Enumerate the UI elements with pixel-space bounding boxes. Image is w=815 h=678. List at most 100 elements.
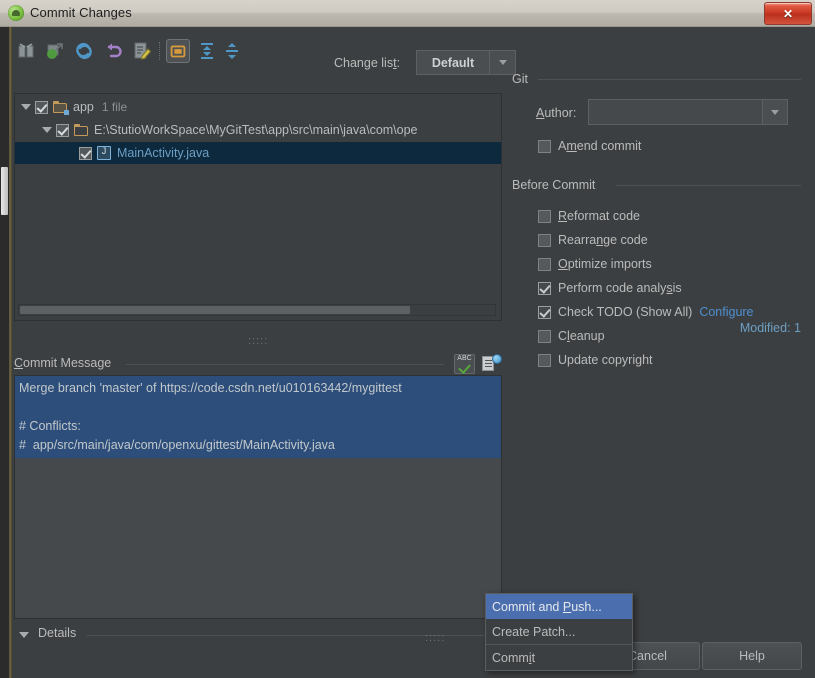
details-label: Details	[38, 626, 77, 640]
configure-todo-link[interactable]: Configure	[699, 305, 753, 319]
commit-message-text: Merge branch 'master' of https://code.cs…	[15, 376, 501, 458]
window-title: Commit Changes	[30, 5, 132, 20]
amend-commit-label: Amend commit	[558, 139, 642, 153]
details-splitter-handle[interactable]: :::::	[425, 632, 445, 644]
cleanup-checkbox-row[interactable]: Cleanup	[538, 327, 605, 345]
optimize-imports-checkbox-row[interactable]: Optimize imports	[538, 255, 652, 273]
tree-row-subtext: 1 file	[101, 100, 128, 114]
refresh-icon[interactable]	[72, 39, 96, 63]
collapse-all-icon[interactable]	[220, 39, 244, 63]
cleanup-label: Cleanup	[558, 329, 605, 343]
tree-horizontal-scrollbar-thumb[interactable]	[20, 306, 410, 314]
cancel-button-label: Cancel	[628, 649, 667, 663]
change-list-label-text: Change lis	[334, 56, 394, 70]
change-list-dropdown-arrow[interactable]	[489, 51, 515, 74]
window-scrollbar[interactable]	[0, 27, 9, 678]
optimize-imports-label: Optimize imports	[558, 257, 652, 271]
before-commit-group-divider	[616, 185, 801, 186]
android-studio-icon	[8, 5, 24, 21]
window-scrollbar-thumb[interactable]	[1, 167, 8, 215]
menu-item-create-patch[interactable]: Create Patch...	[486, 619, 632, 644]
check-todo-checkbox-row[interactable]: Check TODO (Show All) Configure	[538, 303, 754, 321]
java-file-icon	[97, 146, 111, 160]
author-input[interactable]	[589, 100, 762, 124]
cleanup-checkbox[interactable]	[538, 329, 551, 343]
spellcheck-check-mark	[458, 361, 471, 374]
change-list-label: Change list:	[334, 56, 401, 70]
commit-message-history-icon[interactable]	[481, 354, 502, 374]
tree-row[interactable]: MainActivity.java	[15, 142, 501, 164]
group-by-directory-icon[interactable]	[166, 39, 190, 63]
history-clock-shape	[492, 354, 502, 364]
commit-message-divider	[126, 364, 444, 365]
revert-icon[interactable]	[101, 39, 125, 63]
tree-horizontal-scrollbar[interactable]	[18, 304, 496, 316]
tree-row-label: MainActivity.java	[117, 146, 210, 160]
commit-message-label: Commit Message	[14, 356, 111, 370]
menu-item-commit-and-push[interactable]: Commit and Push...	[486, 594, 632, 619]
folder-icon	[74, 123, 89, 137]
perform-code-analysis-label: Perform code analysis	[558, 281, 682, 295]
update-copyright-checkbox-row[interactable]: Update copyright	[538, 351, 653, 369]
help-button-label: Help	[739, 649, 765, 663]
changed-files-tree[interactable]: app 1 file E:\StutioWorkSpace\MyGitTest\…	[14, 93, 502, 321]
rearrange-code-checkbox-row[interactable]: Rearrange code	[538, 231, 648, 249]
check-todo-checkbox[interactable]	[538, 305, 551, 319]
chevron-down-icon	[498, 60, 507, 65]
show-diff-icon[interactable]	[14, 39, 38, 63]
menu-item-commit[interactable]: Commit	[486, 644, 632, 670]
menu-item-commit-label: Commit	[492, 650, 536, 665]
check-todo-label: Check TODO (Show All)	[558, 305, 693, 319]
tree-row-label: app	[73, 100, 94, 114]
chevron-down-icon	[771, 109, 779, 115]
git-group-title: Git	[512, 72, 528, 86]
git-group-divider	[538, 79, 801, 80]
amend-commit-checkbox-row[interactable]: Amend commit	[538, 137, 641, 155]
change-list-value: Default	[431, 55, 475, 70]
close-button[interactable]: ✕	[764, 2, 812, 25]
toolbar-separator	[159, 42, 161, 60]
tree-row-label: E:\StutioWorkSpace\MyGitTest\app\src\mai…	[94, 123, 418, 137]
dialog-content: Change list: Default app 1 file E:\Stuti…	[0, 27, 815, 678]
commit-message-mnemonic: C	[14, 356, 24, 370]
commit-message-input[interactable]: Merge branch 'master' of https://code.cs…	[14, 375, 502, 619]
tree-row-checkbox[interactable]	[35, 100, 48, 114]
commit-message-header: Commit Message ABC	[14, 354, 502, 374]
spellcheck-icon[interactable]: ABC	[454, 354, 475, 374]
commit-changes-dialog: Commit Changes ✕ Change list: Default ap…	[0, 0, 815, 678]
rearrange-code-checkbox[interactable]	[538, 233, 551, 247]
perform-code-analysis-checkbox-row[interactable]: Perform code analysis	[538, 279, 682, 297]
tree-row-checkbox[interactable]	[79, 146, 92, 160]
change-list-dropdown[interactable]: Default	[416, 50, 516, 75]
tree-row[interactable]: app 1 file	[15, 96, 501, 118]
reformat-code-checkbox[interactable]	[538, 209, 551, 223]
help-button[interactable]: Help	[702, 642, 802, 670]
update-copyright-label: Update copyright	[558, 353, 653, 367]
menu-item-commit-and-push-label: Commit and Push...	[492, 599, 602, 614]
changes-toolbar: Change list: Default	[14, 39, 516, 75]
expand-all-icon[interactable]	[195, 39, 219, 63]
move-to-changelist-icon[interactable]	[43, 39, 67, 63]
author-label-rest: uthor:	[544, 106, 577, 120]
author-label: Author:	[536, 106, 576, 120]
close-icon: ✕	[782, 6, 794, 21]
tree-splitter-handle[interactable]: :::::	[248, 336, 270, 347]
expand-triangle-icon[interactable]	[42, 127, 52, 133]
tree-row[interactable]: E:\StutioWorkSpace\MyGitTest\app\src\mai…	[15, 119, 501, 141]
commit-message-label-rest: ommit Message	[23, 356, 112, 370]
edit-source-icon[interactable]	[130, 39, 154, 63]
author-dropdown-arrow[interactable]	[762, 100, 787, 124]
optimize-imports-checkbox[interactable]	[538, 257, 551, 271]
update-copyright-checkbox[interactable]	[538, 353, 551, 367]
before-commit-group-title: Before Commit	[512, 178, 596, 192]
tree-row-checkbox[interactable]	[56, 123, 69, 137]
amend-commit-checkbox[interactable]	[538, 139, 551, 153]
modified-count-label: Modified: 1	[739, 321, 801, 335]
commit-dropdown-menu: Commit and Push... Create Patch... Commi…	[485, 593, 633, 671]
reformat-code-label: Reformat code	[558, 209, 640, 223]
reformat-code-checkbox-row[interactable]: Reformat code	[538, 207, 640, 225]
expand-triangle-icon[interactable]	[21, 104, 31, 110]
folder-modified-icon	[53, 100, 69, 115]
author-combobox[interactable]	[588, 99, 788, 125]
perform-code-analysis-checkbox[interactable]	[538, 281, 551, 295]
